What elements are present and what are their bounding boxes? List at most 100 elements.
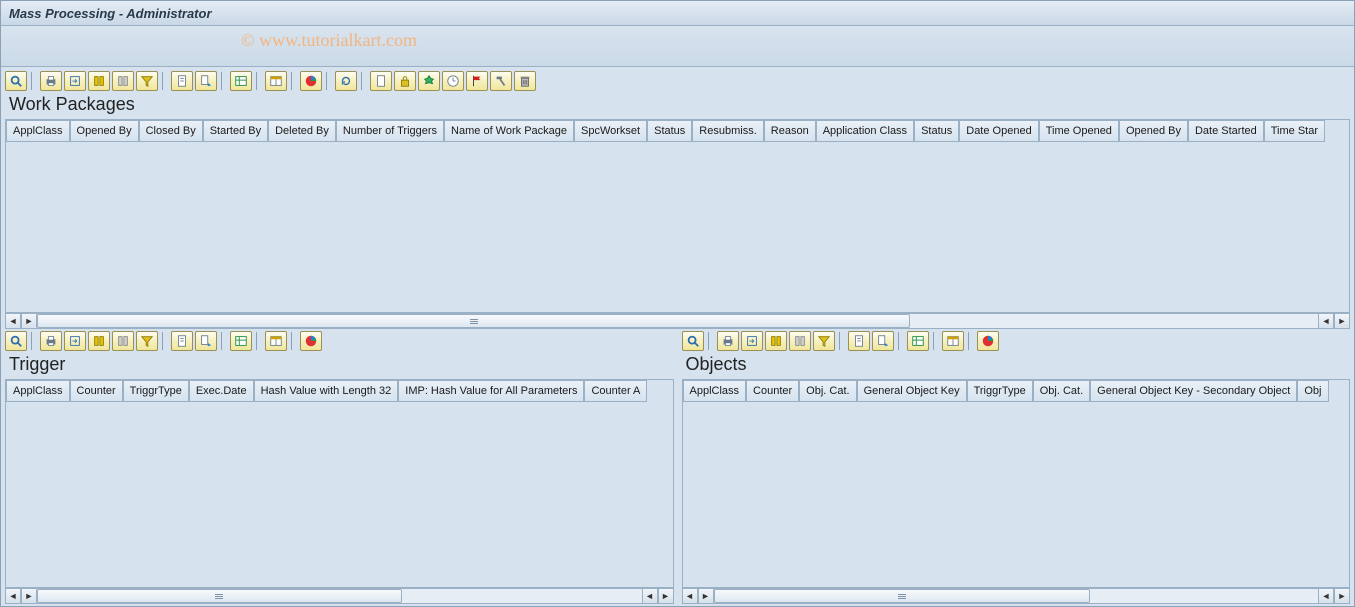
hscroll-work-packages[interactable]: ◄ ► ◄ ►	[5, 313, 1350, 329]
find-next-icon[interactable]	[112, 331, 134, 351]
column-header[interactable]: Obj. Cat.	[1033, 380, 1090, 402]
scroll-right-end-button[interactable]: ►	[658, 588, 674, 604]
column-header[interactable]: Date Started	[1188, 120, 1264, 142]
scroll-right-end-button[interactable]: ►	[1334, 313, 1350, 329]
delete-icon[interactable]	[514, 71, 536, 91]
toolbar-work-packages	[3, 69, 1352, 92]
scroll-right-end-button[interactable]: ►	[1334, 588, 1350, 604]
scroll-right-button[interactable]: ►	[698, 588, 714, 604]
sheet-icon[interactable]	[230, 71, 252, 91]
doc-icon[interactable]	[848, 331, 870, 351]
column-header[interactable]: General Object Key - Secondary Object	[1090, 380, 1297, 402]
process-icon[interactable]	[418, 71, 440, 91]
column-header[interactable]: ApplClass	[6, 380, 70, 402]
scroll-thumb[interactable]	[37, 314, 910, 328]
export-icon[interactable]	[64, 71, 86, 91]
doc-send-icon[interactable]	[195, 331, 217, 351]
find-icon[interactable]	[765, 331, 787, 351]
print-icon[interactable]	[40, 331, 62, 351]
scroll-thumb[interactable]	[714, 589, 1091, 603]
column-header[interactable]: Obj. Cat.	[799, 380, 856, 402]
column-header[interactable]: Opened By	[70, 120, 139, 142]
scroll-trough[interactable]	[714, 588, 1319, 604]
find-next-icon[interactable]	[789, 331, 811, 351]
doc-send-icon[interactable]	[195, 71, 217, 91]
filter-icon[interactable]	[813, 331, 835, 351]
column-header[interactable]: General Object Key	[857, 380, 967, 402]
column-header[interactable]: Date Opened	[959, 120, 1038, 142]
lock-icon[interactable]	[394, 71, 416, 91]
refresh-icon[interactable]	[335, 71, 357, 91]
filter-icon[interactable]	[136, 331, 158, 351]
column-header[interactable]: Resubmiss.	[692, 120, 763, 142]
column-header[interactable]: Reason	[764, 120, 816, 142]
export-icon[interactable]	[741, 331, 763, 351]
column-header[interactable]: SpcWorkset	[574, 120, 647, 142]
details-icon[interactable]	[682, 331, 704, 351]
new-icon[interactable]	[370, 71, 392, 91]
column-header[interactable]: TriggrType	[123, 380, 189, 402]
filter-icon[interactable]	[136, 71, 158, 91]
column-header[interactable]: Status	[914, 120, 959, 142]
column-header[interactable]: Counter A	[584, 380, 647, 402]
column-header[interactable]: IMP: Hash Value for All Parameters	[398, 380, 584, 402]
layout-icon[interactable]	[265, 71, 287, 91]
scroll-left-button[interactable]: ◄	[5, 313, 21, 329]
chart-icon[interactable]	[977, 331, 999, 351]
column-header[interactable]: Time Opened	[1039, 120, 1119, 142]
scroll-left-end-button[interactable]: ◄	[1318, 588, 1334, 604]
print-icon[interactable]	[40, 71, 62, 91]
doc-send-icon[interactable]	[872, 331, 894, 351]
column-header[interactable]: Counter	[70, 380, 123, 402]
scroll-thumb[interactable]	[37, 589, 402, 603]
hscroll-trigger[interactable]: ◄ ► ◄ ►	[5, 588, 674, 604]
layout-icon[interactable]	[265, 331, 287, 351]
column-header[interactable]: Name of Work Package	[444, 120, 574, 142]
column-header[interactable]: Deleted By	[268, 120, 336, 142]
find-next-icon[interactable]	[112, 71, 134, 91]
column-header[interactable]: ApplClass	[6, 120, 70, 142]
scroll-trough[interactable]	[37, 588, 642, 604]
details-icon[interactable]	[5, 331, 27, 351]
flag-icon[interactable]	[466, 71, 488, 91]
pane-objects: Objects ApplClassCounterObj. Cat.General…	[680, 329, 1353, 604]
export-icon[interactable]	[64, 331, 86, 351]
doc-icon[interactable]	[171, 71, 193, 91]
scroll-left-button[interactable]: ◄	[5, 588, 21, 604]
hscroll-objects[interactable]: ◄ ► ◄ ►	[682, 588, 1351, 604]
column-header[interactable]: Application Class	[816, 120, 914, 142]
toolbar-separator	[221, 332, 226, 350]
column-header[interactable]: Counter	[746, 380, 799, 402]
column-header[interactable]: Status	[647, 120, 692, 142]
column-header[interactable]: Started By	[203, 120, 268, 142]
column-header[interactable]: ApplClass	[683, 380, 747, 402]
scroll-trough[interactable]	[37, 313, 1318, 329]
hammer-icon[interactable]	[490, 71, 512, 91]
find-icon[interactable]	[88, 331, 110, 351]
scroll-left-button[interactable]: ◄	[682, 588, 698, 604]
column-header[interactable]: Obj	[1297, 380, 1328, 402]
find-icon[interactable]	[88, 71, 110, 91]
chart-icon[interactable]	[300, 71, 322, 91]
schedule-icon[interactable]	[442, 71, 464, 91]
column-header[interactable]: TriggrType	[967, 380, 1033, 402]
scroll-right-button[interactable]: ►	[21, 313, 37, 329]
column-header[interactable]: Opened By	[1119, 120, 1188, 142]
toolbar-separator	[256, 332, 261, 350]
print-icon[interactable]	[717, 331, 739, 351]
column-header[interactable]: Time Star	[1264, 120, 1325, 142]
layout-icon[interactable]	[942, 331, 964, 351]
sheet-icon[interactable]	[907, 331, 929, 351]
chart-icon[interactable]	[300, 331, 322, 351]
details-icon[interactable]	[5, 71, 27, 91]
sheet-icon[interactable]	[230, 331, 252, 351]
column-header[interactable]: Closed By	[139, 120, 203, 142]
scroll-right-button[interactable]: ►	[21, 588, 37, 604]
column-header[interactable]: Exec.Date	[189, 380, 254, 402]
scroll-left-end-button[interactable]: ◄	[642, 588, 658, 604]
column-header[interactable]: Hash Value with Length 32	[254, 380, 399, 402]
column-header[interactable]: Number of Triggers	[336, 120, 444, 142]
window-title: Mass Processing - Administrator	[9, 6, 212, 21]
scroll-left-end-button[interactable]: ◄	[1318, 313, 1334, 329]
doc-icon[interactable]	[171, 331, 193, 351]
